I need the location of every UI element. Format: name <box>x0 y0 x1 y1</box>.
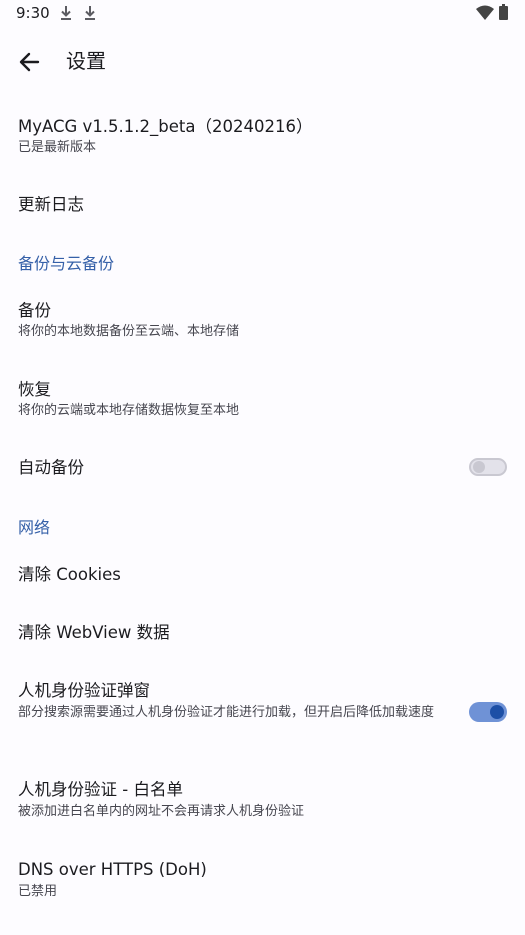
back-arrow-icon[interactable] <box>16 48 44 76</box>
wifi-icon <box>476 5 494 20</box>
changelog-title: 更新日志 <box>18 195 84 214</box>
captcha-whitelist-subtitle: 被添加进白名单内的网址不会再请求人机身份验证 <box>18 804 305 819</box>
backup-subtitle: 将你的本地数据备份至云端、本地存储 <box>18 324 240 339</box>
captcha-whitelist-item[interactable]: 人机身份验证 - 白名单 被添加进白名单内的网址不会再请求人机身份验证 <box>0 771 525 829</box>
page-title: 设置 <box>66 49 106 73</box>
about-version-subtitle: 已是最新版本 <box>18 140 97 155</box>
backup-title: 备份 <box>18 301 51 320</box>
backup-item[interactable]: 备份 将你的本地数据备份至云端、本地存储 <box>0 292 525 350</box>
captcha-popup-subtitle: 部分搜索源需要通过人机身份验证才能进行加载，但开启后降低加载速度 <box>18 705 435 720</box>
restore-subtitle: 将你的云端或本地存储数据恢复至本地 <box>18 403 240 418</box>
switch-thumb <box>473 461 485 473</box>
status-time: 9:30 <box>16 4 50 22</box>
auto-backup-title: 自动备份 <box>18 458 84 477</box>
about-version-title: MyACG v1.5.1.2_beta（20240216） <box>18 117 313 136</box>
download-icon <box>61 6 71 20</box>
app-bar: 设置 <box>0 36 525 88</box>
auto-backup-switch[interactable] <box>469 458 507 476</box>
network-section-header: 网络 <box>18 518 51 537</box>
captcha-whitelist-title: 人机身份验证 - 白名单 <box>18 780 183 799</box>
clear-cookies-title: 清除 Cookies <box>18 565 121 584</box>
changelog-item[interactable]: 更新日志 <box>0 180 525 230</box>
restore-title: 恢复 <box>18 380 51 399</box>
captcha-popup-title: 人机身份验证弹窗 <box>18 681 150 700</box>
download-icon <box>85 6 95 20</box>
doh-title: DNS over HTTPS (DoH) <box>18 860 207 879</box>
clear-webview-title: 清除 WebView 数据 <box>18 623 170 642</box>
auto-backup-item[interactable]: 自动备份 <box>0 442 525 494</box>
restore-item[interactable]: 恢复 将你的云端或本地存储数据恢复至本地 <box>0 371 525 429</box>
captcha-popup-item[interactable]: 人机身份验证弹窗 部分搜索源需要通过人机身份验证才能进行加载，但开启后降低加载速… <box>0 672 525 750</box>
battery-icon <box>499 4 508 20</box>
about-version-item[interactable]: MyACG v1.5.1.2_beta（20240216） 已是最新版本 <box>0 108 525 166</box>
doh-item[interactable]: DNS over HTTPS (DoH) 已禁用 <box>0 851 525 909</box>
doh-subtitle: 已禁用 <box>18 884 58 899</box>
captcha-popup-switch[interactable] <box>469 702 507 722</box>
clear-webview-item[interactable]: 清除 WebView 数据 <box>0 608 525 658</box>
status-bar: 9:30 <box>0 0 525 28</box>
switch-thumb <box>490 705 504 719</box>
backup-section-header: 备份与云备份 <box>18 254 115 273</box>
clear-cookies-item[interactable]: 清除 Cookies <box>0 550 525 600</box>
